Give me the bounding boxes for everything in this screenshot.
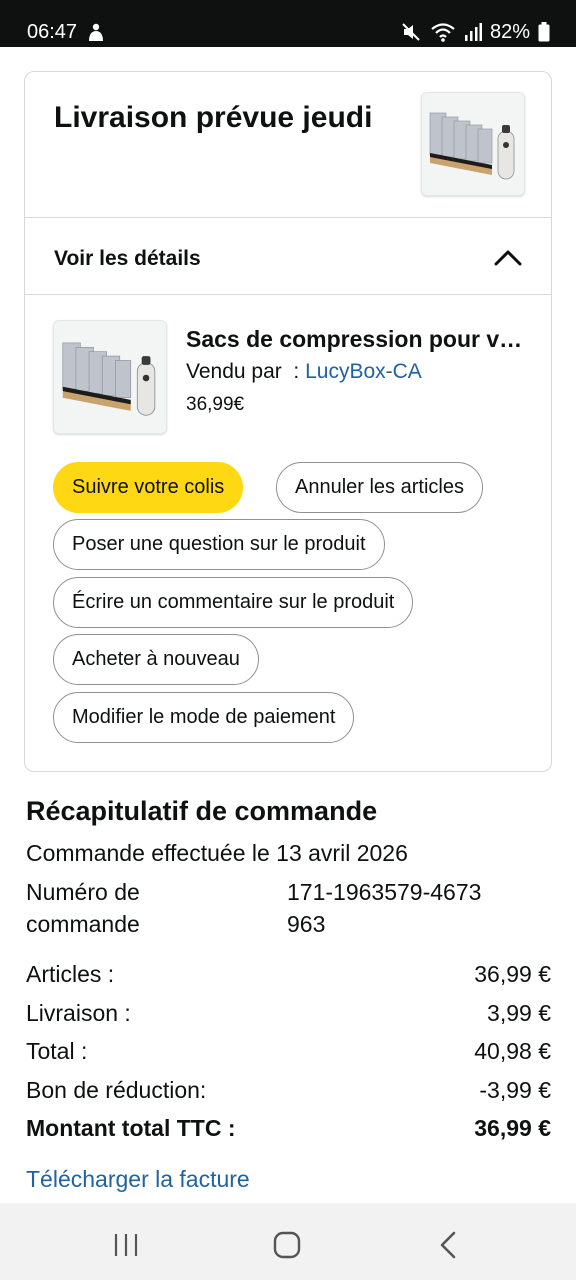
summary-value: 36,99 €: [474, 1115, 551, 1141]
divider: [25, 294, 551, 295]
seller-prefix: Vendu par :: [186, 360, 306, 383]
buy-again-button[interactable]: Acheter à nouveau: [53, 634, 259, 685]
order-number-label: Numéro de commande: [26, 879, 140, 937]
chevron-up-icon[interactable]: [493, 246, 523, 270]
product-image: [54, 321, 166, 433]
status-icons: 82%: [400, 20, 550, 44]
home-icon[interactable]: [267, 1225, 307, 1265]
navigation-bar: [0, 1203, 576, 1280]
delivery-card: Livraison prévue jeudi Voir les détails: [24, 71, 552, 772]
wifi-icon: [431, 23, 455, 42]
status-bar: 06:47 82%: [0, 0, 576, 47]
product-name[interactable]: Sacs de compression pour voyage: [186, 324, 536, 354]
seller-line: Vendu par : LucyBox-CA: [186, 358, 422, 386]
summary-label: Montant total TTC :: [26, 1115, 236, 1141]
order-number: 171-1963579-4673963: [287, 879, 482, 937]
summary-label: Bon de réduction:: [26, 1077, 207, 1103]
product-thumbnail[interactable]: [421, 92, 525, 196]
summary-label: Total :: [26, 1038, 88, 1064]
summary-value: 36,99 €: [474, 961, 551, 987]
summary-row-discount: Bon de réduction: -3,99 €: [26, 1074, 551, 1106]
summary-value: 40,98 €: [474, 1038, 551, 1064]
delivery-title: Livraison prévue jeudi: [54, 101, 373, 134]
signal-icon: [464, 23, 482, 41]
track-package-button[interactable]: Suivre votre colis: [53, 462, 244, 513]
order-summary-title: Récapitulatif de commande: [26, 796, 378, 826]
product-price: 36,99€: [186, 394, 245, 415]
cancel-items-button[interactable]: Annuler les articles: [276, 462, 483, 513]
summary-row-total: Total : 40,98 €: [26, 1035, 551, 1067]
change-payment-button[interactable]: Modifier le mode de paiement: [53, 692, 355, 743]
summary-label: Articles :: [26, 961, 115, 987]
battery-percent: 82%: [489, 20, 530, 43]
product-image: [422, 93, 524, 195]
person-icon: [89, 23, 103, 41]
recent-apps-icon[interactable]: [106, 1225, 146, 1265]
summary-value: -3,99 €: [479, 1077, 551, 1103]
battery-icon: [538, 22, 550, 42]
summary-row-grand-total: Montant total TTC : 36,99 €: [26, 1112, 551, 1144]
write-review-button[interactable]: Écrire un commentaire sur le produit: [53, 577, 414, 628]
summary-row-items: Articles : 36,99 €: [26, 958, 551, 990]
order-date: Commande effectuée le 13 avril 2026: [26, 840, 408, 866]
summary-label: Livraison :: [26, 1000, 131, 1026]
item-thumbnail[interactable]: [53, 320, 167, 434]
view-details-toggle[interactable]: Voir les détails: [54, 246, 201, 272]
ask-question-button[interactable]: Poser une question sur le produit: [53, 519, 385, 570]
status-time: 06:47: [27, 21, 78, 43]
mute-icon: [402, 23, 420, 41]
download-invoice-link[interactable]: Télécharger la facture: [26, 1163, 250, 1195]
back-icon[interactable]: [428, 1225, 468, 1265]
seller-link[interactable]: LucyBox-CA: [305, 360, 422, 383]
divider: [25, 217, 551, 218]
summary-value: 3,99 €: [487, 1000, 551, 1026]
summary-row-shipping: Livraison : 3,99 €: [26, 997, 551, 1029]
